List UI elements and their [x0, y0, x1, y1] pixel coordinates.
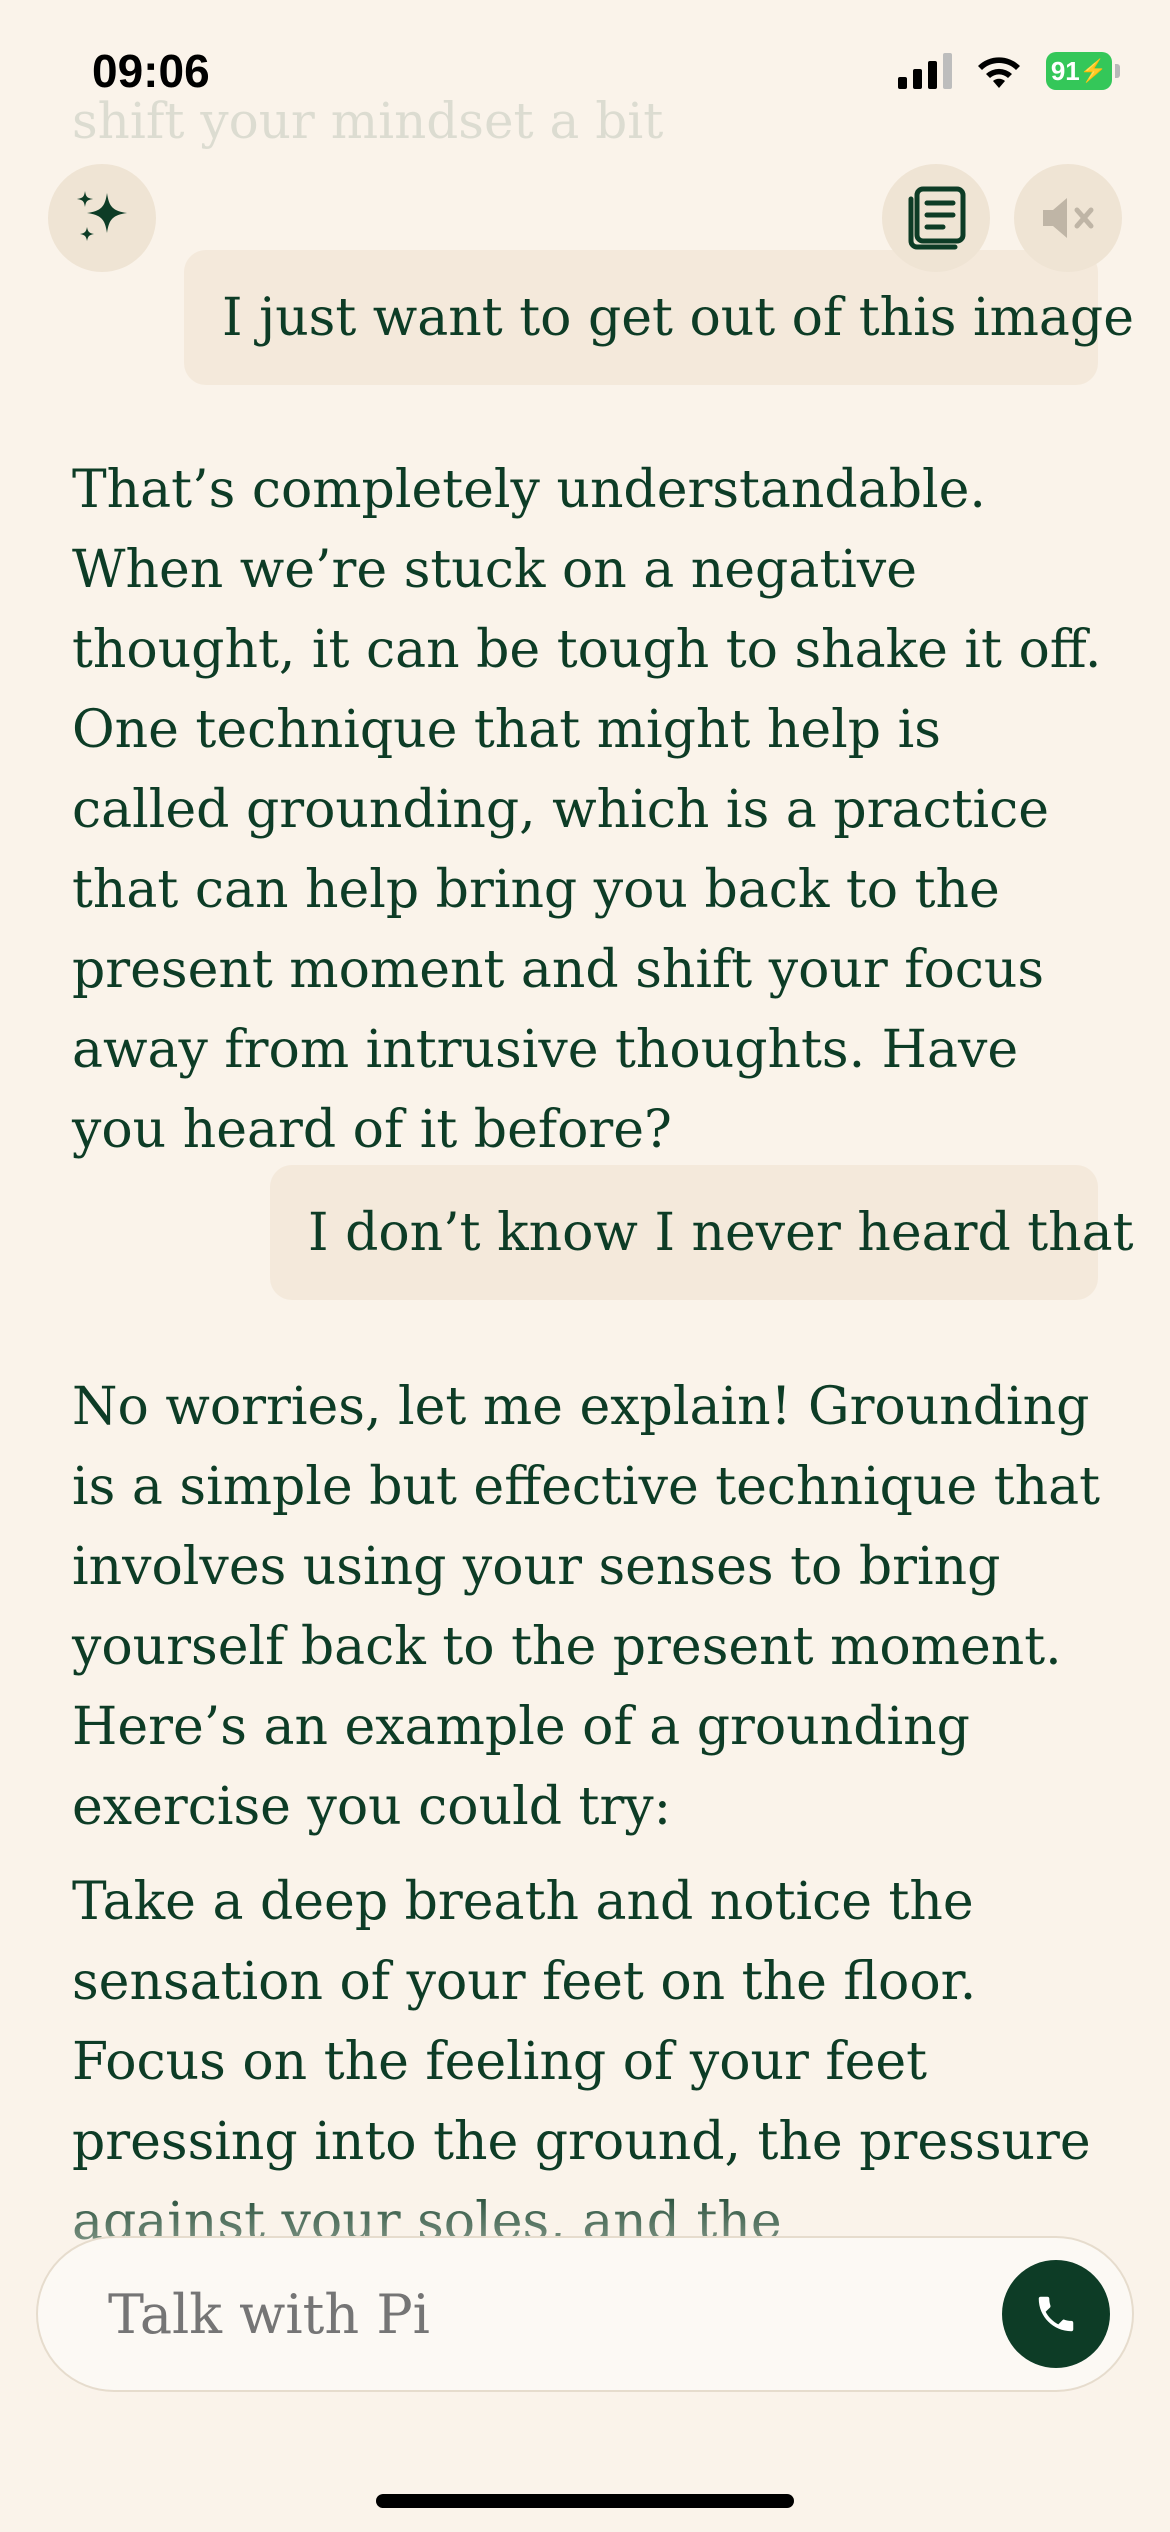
- sparkle-icon: [77, 191, 127, 241]
- message-composer[interactable]: [36, 2236, 1134, 2392]
- battery-level: 91: [1050, 55, 1080, 86]
- message-input[interactable]: [108, 2238, 908, 2390]
- threads-button[interactable]: [882, 164, 990, 272]
- wifi-icon: [974, 52, 1024, 90]
- mute-button[interactable]: [1014, 164, 1122, 272]
- pi-message: No worries, let me explain! Grounding is…: [72, 1377, 1101, 1837]
- discover-button[interactable]: [48, 164, 156, 272]
- call-button[interactable]: [1002, 2260, 1110, 2368]
- cellular-signal-icon: [898, 53, 952, 89]
- battery-icon: 91 ⚡: [1046, 52, 1120, 90]
- status-bar: 09:06 91 ⚡: [0, 0, 1170, 150]
- status-icons: 91 ⚡: [898, 52, 1120, 90]
- speaker-mute-icon: [1043, 198, 1094, 238]
- home-indicator: [376, 2494, 794, 2508]
- news-icon: [908, 186, 966, 250]
- user-message: I just want to get out of this image: [184, 250, 1134, 385]
- user-message: I don’t know I never heard that: [270, 1165, 1134, 1300]
- phone-icon: [1038, 2296, 1074, 2332]
- pi-message: That’s completely understandable. When w…: [72, 460, 1102, 1160]
- status-time: 09:06: [92, 45, 210, 97]
